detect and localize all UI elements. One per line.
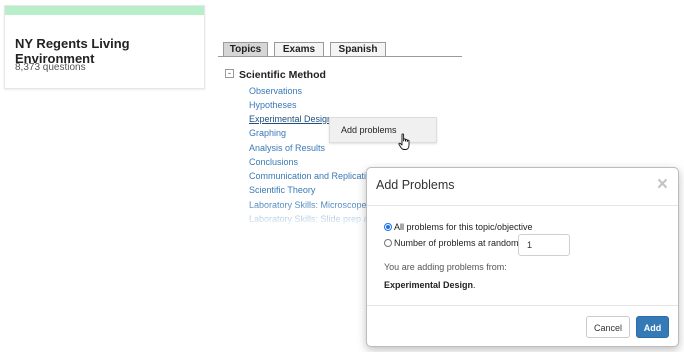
objective-link[interactable]: Analysis of Results bbox=[249, 143, 325, 153]
number-random-label[interactable]: Number of problems at random bbox=[394, 238, 519, 248]
all-problems-radio[interactable] bbox=[384, 223, 392, 231]
objective-link[interactable]: Hypotheses bbox=[249, 100, 297, 110]
context-menu: Add problems bbox=[329, 117, 437, 143]
objective-link[interactable]: Graphing bbox=[249, 128, 286, 138]
objective-link[interactable]: Communication and Replication bbox=[249, 171, 376, 181]
dialog-title: Add Problems bbox=[376, 178, 455, 192]
source-info-text: You are adding problems from: bbox=[384, 262, 507, 272]
course-card-accent bbox=[5, 6, 204, 15]
source-name: Experimental Design bbox=[384, 280, 474, 290]
screen: NY Regents Living Environment 8,373 ques… bbox=[0, 0, 684, 352]
hand-pointer-icon bbox=[398, 133, 410, 150]
dialog-header: Add Problems × bbox=[367, 168, 678, 206]
add-problems-menu-item[interactable]: Add problems bbox=[341, 125, 397, 135]
add-problems-dialog: Add Problems × All problems for this top… bbox=[366, 167, 679, 347]
tab-spanish[interactable]: Spanish bbox=[330, 42, 386, 56]
course-card[interactable]: NY Regents Living Environment 8,373 ques… bbox=[4, 5, 205, 89]
add-button[interactable]: Add bbox=[636, 316, 669, 338]
objective-link[interactable]: Scientific Theory bbox=[249, 185, 315, 195]
cancel-button[interactable]: Cancel bbox=[586, 316, 630, 338]
number-random-radio[interactable] bbox=[384, 239, 392, 247]
number-of-problems-input[interactable] bbox=[518, 234, 570, 256]
tab-topics[interactable]: Topics bbox=[223, 42, 268, 56]
close-icon[interactable]: × bbox=[657, 174, 668, 196]
objective-link[interactable]: Observations bbox=[249, 86, 302, 96]
objective-link[interactable]: Laboratory Skills: Microscopes bbox=[249, 200, 371, 210]
tab-exams[interactable]: Exams bbox=[274, 42, 324, 56]
collapse-icon[interactable]: - bbox=[225, 69, 234, 78]
objective-link-experimental-design[interactable]: Experimental Design bbox=[249, 114, 332, 124]
dialog-footer-divider bbox=[367, 305, 678, 306]
all-problems-label[interactable]: All problems for this topic/objective bbox=[394, 222, 533, 232]
question-count: 8,373 questions bbox=[15, 62, 86, 73]
objective-link[interactable]: Conclusions bbox=[249, 157, 298, 167]
topic-title: Scientific Method bbox=[239, 69, 326, 81]
source-suffix: . bbox=[473, 280, 476, 290]
source-line: Experimental Design. bbox=[384, 280, 476, 290]
